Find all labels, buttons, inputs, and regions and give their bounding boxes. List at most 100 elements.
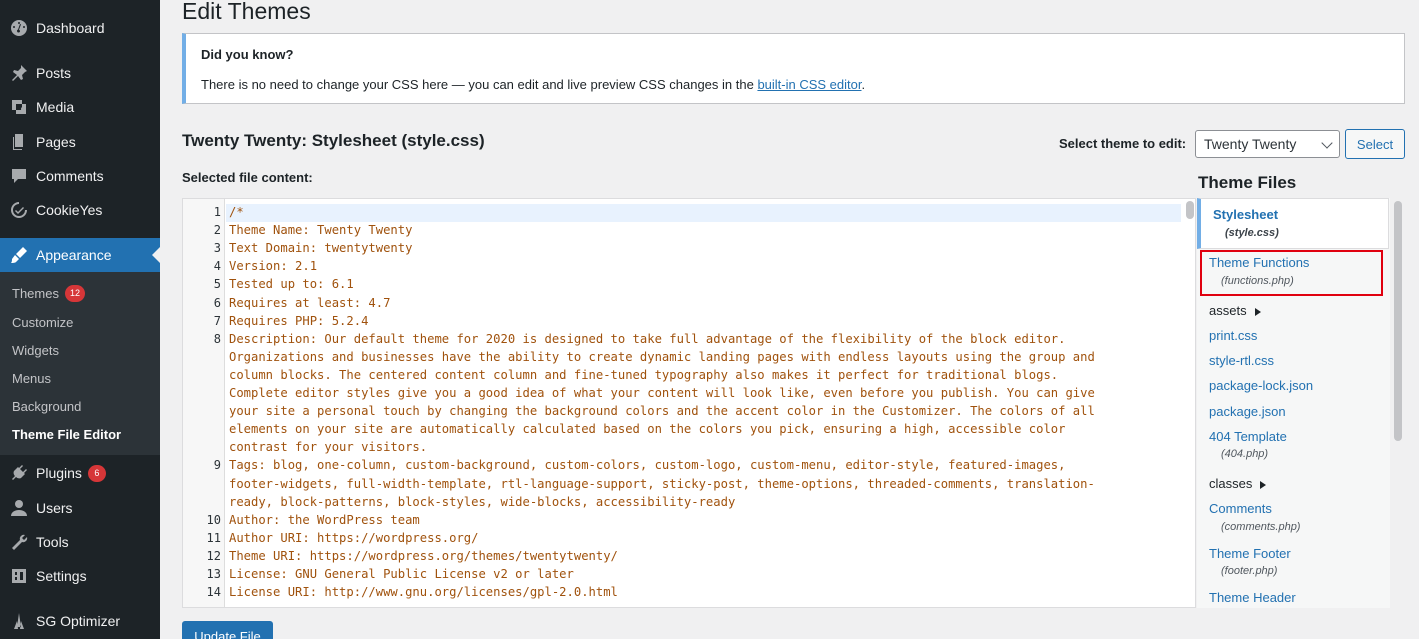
line-number: 5 — [213, 277, 221, 292]
submenu-themes[interactable]: Themes 12 — [12, 283, 85, 303]
submenu-customize[interactable]: Customize — [12, 312, 73, 332]
notice-text-after: . — [861, 77, 866, 92]
file-filename: (comments.php) — [1221, 521, 1301, 533]
code-text: footer-widgets, full-width-template, rtl… — [229, 476, 1095, 491]
page-title: Edit Themes — [182, 0, 311, 24]
code-text: Author URI: https://wordpress.org/ — [229, 530, 479, 545]
line-number: 1 — [213, 205, 221, 219]
file-404-template[interactable]: 404 Template — [1209, 429, 1287, 444]
menu-label: Dashboard — [36, 20, 105, 36]
plugin-update-badge: 6 — [87, 464, 106, 482]
wrench-icon — [0, 532, 36, 552]
code-text: Complete editor styles give you a good i… — [229, 386, 1095, 400]
code-text: contrast for your visitors. — [229, 440, 428, 455]
code-text: License: GNU General Public License v2 o… — [229, 567, 574, 581]
admin-sidebar: Dashboard Posts Media Pages Comments Coo… — [0, 0, 160, 639]
submenu-widgets[interactable]: Widgets — [12, 340, 59, 360]
file-package-lock-json[interactable]: package-lock.json — [1209, 378, 1313, 393]
current-file-name: Stylesheet — [1213, 207, 1279, 222]
submenu-label: Customize — [12, 314, 74, 330]
file-print-css[interactable]: print.css — [1209, 328, 1257, 343]
editor-scrollbar[interactable] — [1186, 201, 1194, 219]
code-text: Requires PHP: 5.2.4 — [229, 313, 369, 328]
info-notice: Did you know? There is no need to change… — [182, 33, 1405, 104]
menu-sg-optimizer[interactable]: SG Optimizer — [0, 604, 160, 638]
line-number: 4 — [213, 259, 221, 274]
line-number: 9 — [213, 458, 221, 473]
line-number: 6 — [213, 295, 221, 310]
code-text: Text Domain: twentytwenty — [229, 241, 413, 256]
update-file-button[interactable]: Update File — [182, 621, 273, 639]
menu-label: Settings — [36, 568, 87, 584]
line-number: 7 — [213, 313, 221, 328]
file-style-rtl-css[interactable]: style-rtl.css — [1209, 353, 1274, 368]
selected-theme: Twenty Twenty — [1204, 136, 1297, 152]
file-theme-header[interactable]: Theme Header — [1209, 590, 1296, 605]
menu-users[interactable]: Users — [0, 491, 160, 525]
menu-dashboard[interactable]: Dashboard — [0, 11, 160, 45]
code-text: Tested up to: 6.1 — [229, 277, 354, 292]
settings-icon — [0, 566, 36, 586]
file-filename: (404.php) — [1221, 448, 1269, 460]
folder-label: classes — [1209, 476, 1253, 491]
code-editor[interactable]: 1 /* 2 Theme Name: Twenty Twenty 3 Text Domai… — [182, 198, 1196, 608]
line-number: 12 — [206, 548, 221, 563]
caret-right-icon — [1254, 307, 1261, 316]
menu-posts[interactable]: Posts — [0, 56, 160, 90]
menu-label: Appearance — [36, 247, 112, 263]
code-text: Author: the WordPress team — [229, 512, 420, 527]
submenu-label: Background — [12, 398, 82, 414]
menu-label: Plugins — [36, 465, 82, 481]
menu-plugins[interactable]: Plugins 6 — [0, 456, 160, 490]
code-text: Tags: blog, one-column, custom-backgroun… — [229, 458, 1066, 473]
sg-optimizer-icon — [0, 611, 36, 631]
menu-pages[interactable]: Pages — [0, 125, 160, 159]
file-theme-footer[interactable]: Theme Footer — [1209, 546, 1291, 561]
line-number: 14 — [206, 585, 221, 600]
dashboard-icon — [0, 18, 36, 38]
update-count-badge: 12 — [64, 284, 85, 302]
menu-appearance[interactable]: Appearance — [0, 238, 160, 272]
caret-right-icon — [1260, 480, 1267, 489]
menu-label: Pages — [36, 134, 76, 150]
notice-text: There is no need to change your CSS here… — [201, 77, 865, 92]
menu-label: CookieYes — [36, 202, 103, 218]
file-package-json[interactable]: package.json — [1209, 404, 1286, 419]
current-file-item[interactable]: Stylesheet (style.css) — [1197, 198, 1389, 249]
line-number: 2 — [213, 223, 221, 238]
active-arrow — [152, 247, 160, 263]
user-icon — [0, 498, 36, 518]
menu-tools[interactable]: Tools — [0, 525, 160, 559]
code-text: Organizations and businesses have the ab… — [229, 349, 1095, 364]
media-icon — [0, 97, 36, 117]
code-text: Theme Name: Twenty Twenty — [229, 223, 413, 238]
code-text: /* — [229, 205, 244, 219]
line-number: 13 — [206, 567, 221, 581]
menu-cookieyes[interactable]: CookieYes — [0, 193, 160, 227]
active-line-highlight — [226, 204, 1181, 222]
menu-settings[interactable]: Settings — [0, 559, 160, 593]
menu-media[interactable]: Media — [0, 90, 160, 124]
folder-classes[interactable]: classes — [1209, 476, 1267, 491]
code-text: Requires at least: 4.7 — [229, 295, 391, 310]
css-editor-link[interactable]: built-in CSS editor — [757, 77, 861, 92]
file-filename: (footer.php) — [1221, 565, 1278, 577]
files-scrollbar-thumb[interactable] — [1394, 201, 1402, 441]
submenu-theme-file-editor[interactable]: Theme File Editor — [12, 424, 121, 444]
submenu-menus[interactable]: Menus — [12, 368, 51, 388]
submenu-background[interactable]: Background — [12, 396, 81, 416]
content-label: Selected file content: — [182, 170, 313, 185]
select-theme-label: Select theme to edit: — [1059, 136, 1187, 151]
file-heading: Twenty Twenty: Stylesheet (style.css) — [182, 131, 485, 150]
code-text: Version: 2.1 — [229, 259, 318, 274]
select-button[interactable]: Select — [1345, 129, 1405, 159]
folder-assets[interactable]: assets — [1209, 303, 1261, 318]
pages-icon — [0, 132, 36, 152]
theme-select[interactable]: Twenty Twenty — [1195, 130, 1340, 158]
file-comments[interactable]: Comments — [1209, 501, 1272, 516]
line-number: 10 — [206, 512, 221, 527]
pin-icon — [0, 63, 36, 83]
menu-comments[interactable]: Comments — [0, 159, 160, 193]
plugin-icon — [0, 463, 36, 483]
code-text: Description: Our default theme for 2020 … — [229, 331, 1066, 346]
